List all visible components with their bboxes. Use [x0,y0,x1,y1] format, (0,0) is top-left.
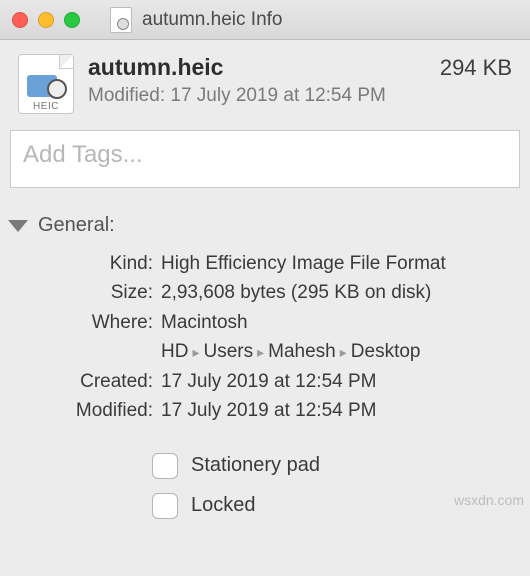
section-general-label: General: [38,214,115,237]
stationery-pad-label: Stationery pad [191,454,320,477]
where-value: Macintosh HD▸Users▸Mahesh▸Desktop [161,308,512,367]
created-value: 17 July 2019 at 12:54 PM [161,367,512,396]
locked-label: Locked [191,494,256,517]
general-details: Kind: High Efficiency Image File Format … [0,249,530,426]
size-value: 2,93,608 bytes (295 KB on disk) [161,278,512,307]
stationery-pad-row: Stationery pad [148,450,530,482]
file-size: 294 KB [440,55,512,81]
file-preview-icon: HEIC [18,54,74,114]
title-file-icon [110,7,132,33]
file-modified-summary: Modified: 17 July 2019 at 12:54 PM [88,85,512,107]
file-type-badge: HEIC [19,101,73,112]
window-title: autumn.heic Info [142,9,282,31]
modified-value: 17 July 2019 at 12:54 PM [161,396,512,425]
path-separator-icon: ▸ [253,344,268,360]
disclosure-triangle-icon[interactable] [8,220,28,232]
where-label: Where: [18,308,153,367]
kind-value: High Efficiency Image File Format [161,249,512,278]
kind-label: Kind: [18,249,153,278]
minimize-icon[interactable] [38,12,54,28]
titlebar: autumn.heic Info [0,0,530,40]
general-options: Stationery pad Locked [0,426,530,522]
modified-label: Modified: [18,396,153,425]
tags-input[interactable] [10,130,520,188]
window-controls [12,12,80,28]
close-icon[interactable] [12,12,28,28]
watermark: wsxdn.com [454,492,524,508]
file-header: HEIC autumn.heic 294 KB Modified: 17 Jul… [0,40,530,124]
path-separator-icon: ▸ [188,344,203,360]
tags-row [0,124,530,208]
created-label: Created: [18,367,153,396]
path-segment: Mahesh [268,341,336,362]
stationery-pad-checkbox[interactable] [152,453,178,479]
zoom-icon[interactable] [64,12,80,28]
path-segment: Desktop [351,341,421,362]
path-separator-icon: ▸ [336,344,351,360]
locked-checkbox[interactable] [152,493,178,519]
section-general-header[interactable]: General: [0,208,530,249]
file-name: autumn.heic [88,54,223,81]
path-segment: Users [203,341,253,362]
size-label: Size: [18,278,153,307]
